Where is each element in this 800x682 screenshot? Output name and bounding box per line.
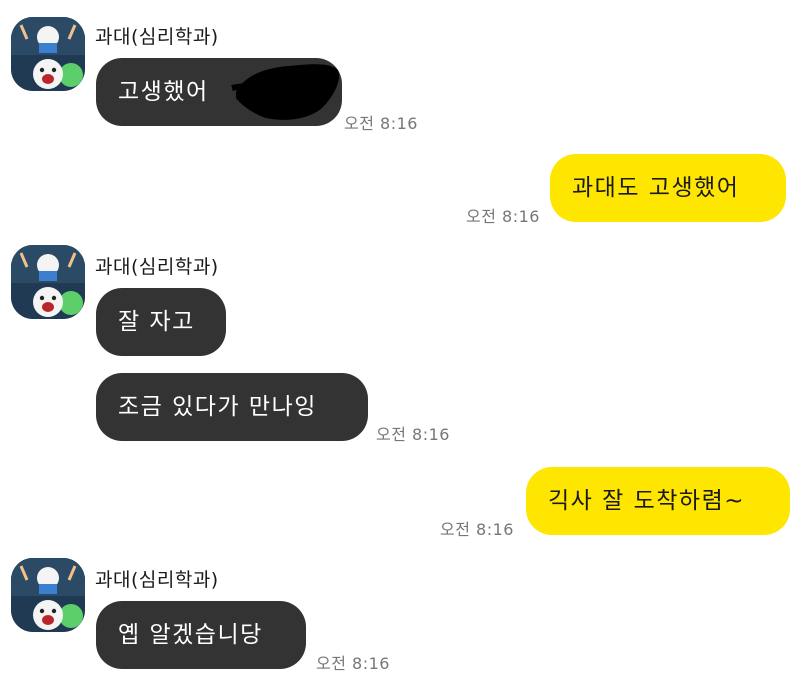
cartoon-character-icon	[11, 17, 85, 91]
sender-name: 과대(심리학과)	[95, 569, 219, 591]
message-bubble-incoming[interactable]: 옙 알겠습니당	[96, 601, 306, 669]
message-text: 긱사 잘 도착하렴~	[548, 488, 746, 514]
message-text: 옙 알겠습니당	[118, 622, 263, 648]
message-text: 잘 자고	[118, 309, 195, 335]
message-text: 조금 있다가 만나잉	[118, 394, 317, 420]
sender-name: 과대(심리학과)	[95, 256, 219, 278]
sender-name: 과대(심리학과)	[95, 26, 219, 48]
message-timestamp: 오전 8:16	[466, 207, 540, 226]
message-timestamp: 오전 8:16	[376, 425, 450, 444]
message-timestamp: 오전 8:16	[440, 520, 514, 539]
message-text: 과대도 고생했어	[572, 175, 740, 201]
message-bubble-outgoing[interactable]: 긱사 잘 도착하렴~	[526, 467, 790, 535]
sender-avatar[interactable]	[11, 17, 85, 91]
sender-avatar[interactable]	[11, 558, 85, 632]
message-text: 고생했어	[118, 79, 209, 105]
message-timestamp: 오전 8:16	[316, 654, 390, 673]
cartoon-character-icon	[11, 558, 85, 632]
message-bubble-incoming[interactable]: 잘 자고	[96, 288, 226, 356]
redaction-scribble	[231, 64, 340, 120]
sender-avatar[interactable]	[11, 245, 85, 319]
message-bubble-outgoing[interactable]: 과대도 고생했어	[550, 154, 786, 222]
message-bubble-incoming[interactable]: 조금 있다가 만나잉	[96, 373, 368, 441]
message-timestamp: 오전 8:16	[344, 114, 418, 133]
cartoon-character-icon	[11, 245, 85, 319]
